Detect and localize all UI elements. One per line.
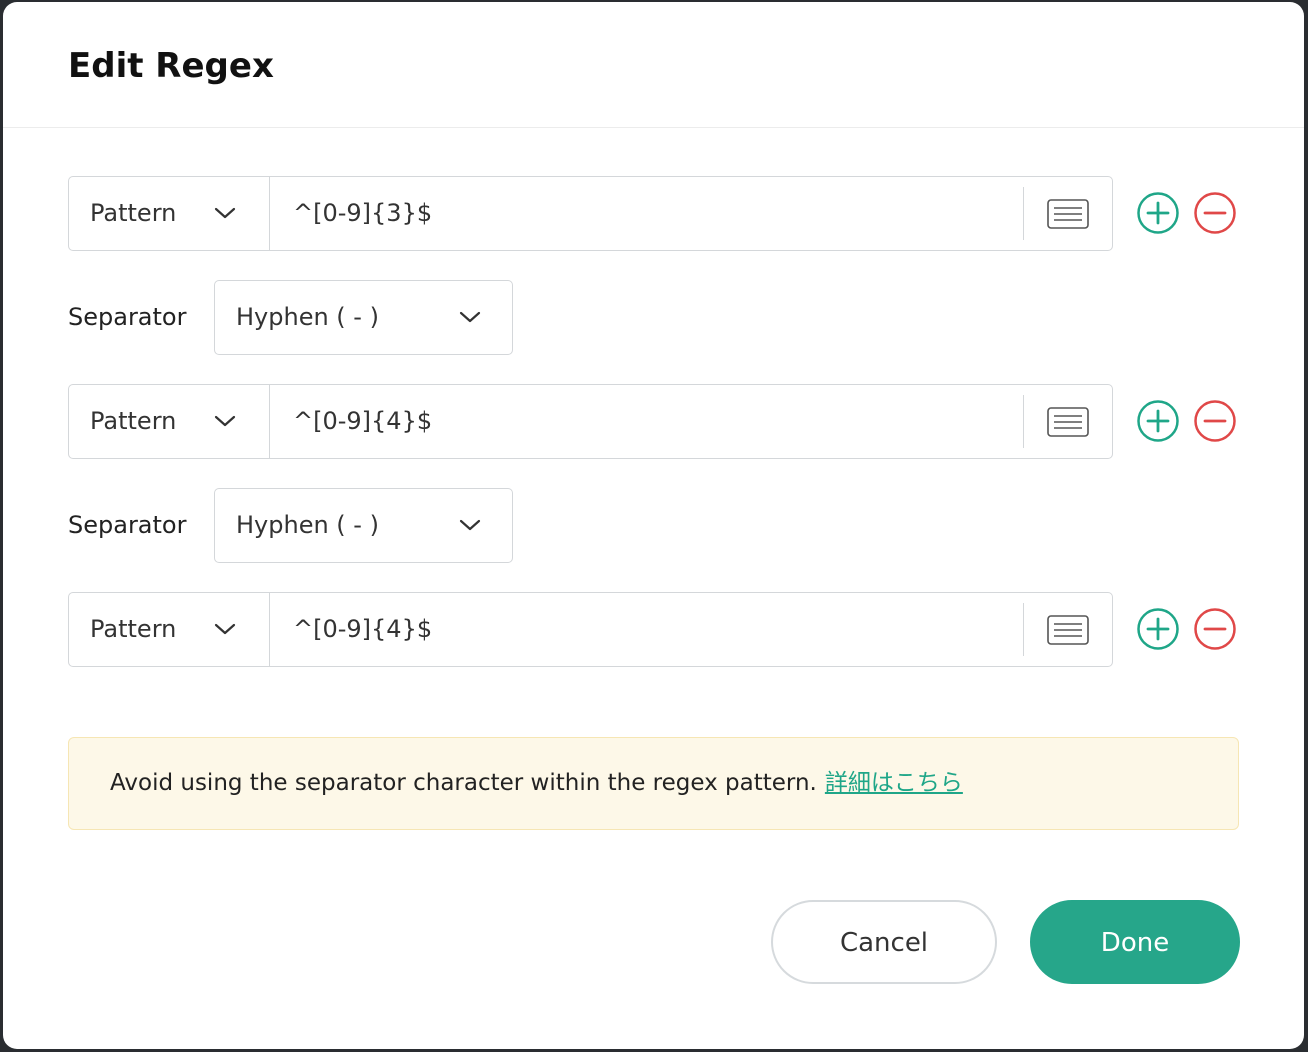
chevron-down-icon: [214, 207, 236, 219]
separator-row-2: Separator Hyphen ( - ): [68, 488, 518, 563]
chevron-down-icon: [214, 415, 236, 427]
pattern-field-group: Pattern: [68, 176, 1113, 251]
separator-value: Hyphen ( - ): [236, 511, 379, 539]
regex-row-2: Pattern: [68, 384, 1236, 459]
input-divider: [1023, 187, 1024, 240]
segment-type-label: Pattern: [90, 199, 177, 227]
separator-label: Separator: [68, 303, 187, 331]
regex-pattern-input[interactable]: [293, 385, 1013, 458]
list-lines-icon[interactable]: [1047, 407, 1089, 437]
notice-message: Avoid using the separator character with…: [110, 738, 963, 829]
remove-row-button[interactable]: [1193, 191, 1237, 235]
segment-type-select[interactable]: Pattern: [69, 385, 270, 458]
regex-row-3: Pattern: [68, 592, 1236, 667]
add-row-button[interactable]: [1136, 191, 1180, 235]
remove-row-button[interactable]: [1193, 399, 1237, 443]
segment-type-select[interactable]: Pattern: [69, 177, 270, 250]
segment-type-label: Pattern: [90, 615, 177, 643]
input-divider: [1023, 603, 1024, 656]
pattern-field-group: Pattern: [68, 384, 1113, 459]
separator-row-1: Separator Hyphen ( - ): [68, 280, 518, 355]
list-lines-icon[interactable]: [1047, 615, 1089, 645]
pattern-field-group: Pattern: [68, 592, 1113, 667]
edit-regex-dialog: Edit Regex Pattern ^[0-9]{3}$ Separator …: [3, 2, 1304, 1049]
chevron-down-icon: [214, 623, 236, 635]
input-divider: [1023, 395, 1024, 448]
dialog-title: Edit Regex: [68, 46, 274, 86]
separator-label: Separator: [68, 511, 187, 539]
list-lines-icon[interactable]: [1047, 199, 1089, 229]
segment-type-label: Pattern: [90, 407, 177, 435]
regex-pattern-input[interactable]: [293, 177, 1013, 250]
separator-warning-notice: Avoid using the separator character with…: [68, 737, 1239, 830]
regex-row-1: Pattern: [68, 176, 1236, 251]
dialog-header: Edit Regex: [3, 2, 1304, 128]
cancel-button[interactable]: Cancel: [771, 900, 997, 984]
notice-text: Avoid using the separator character with…: [110, 770, 817, 796]
chevron-down-icon: [459, 311, 481, 323]
chevron-down-icon: [459, 519, 481, 531]
add-row-button[interactable]: [1136, 607, 1180, 651]
separator-select[interactable]: Hyphen ( - ): [214, 488, 513, 563]
add-row-button[interactable]: [1136, 399, 1180, 443]
remove-row-button[interactable]: [1193, 607, 1237, 651]
separator-select[interactable]: Hyphen ( - ): [214, 280, 513, 355]
separator-value: Hyphen ( - ): [236, 303, 379, 331]
details-link[interactable]: 詳細はこちら: [825, 770, 963, 796]
done-button[interactable]: Done: [1030, 900, 1240, 984]
regex-pattern-input[interactable]: [293, 593, 1013, 666]
segment-type-select[interactable]: Pattern: [69, 593, 270, 666]
